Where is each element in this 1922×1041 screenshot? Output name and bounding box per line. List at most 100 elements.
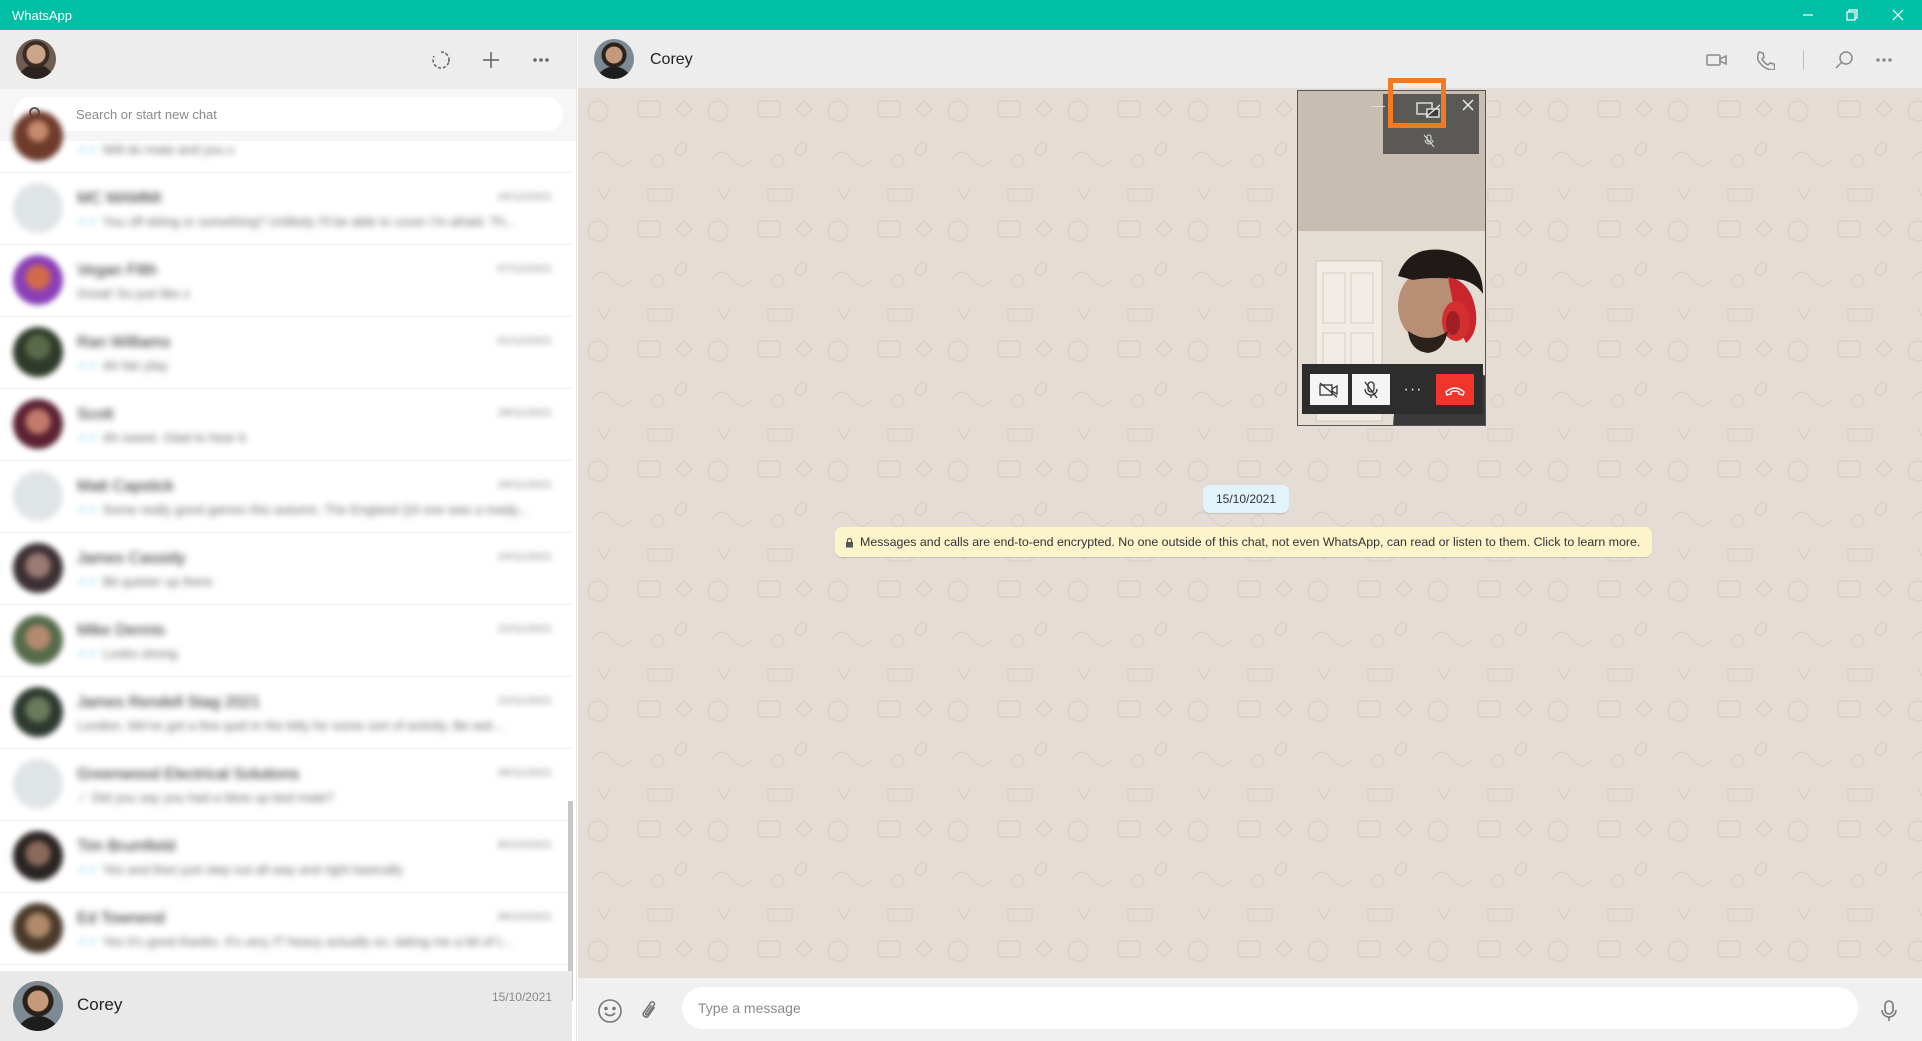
search-conversation-button[interactable] [1827,43,1861,77]
chat-name: Ed Townend [77,910,165,927]
attach-button[interactable] [635,996,665,1026]
contact-avatar [13,981,63,1031]
chat-list-item-active[interactable]: Corey 15/10/2021 [0,971,572,1041]
chat-list-item[interactable]: Scott ✓✓ Ah sweet. Glad to hear it. 28/11… [0,389,572,461]
new-chat-button[interactable] [475,44,507,76]
chat-list-item[interactable]: Greenwood Electrical Solutions ✓ Did you … [0,749,572,821]
encryption-notice[interactable]: Messages and calls are end-to-end encryp… [835,527,1653,557]
close-icon [1892,9,1904,21]
chat-list-item[interactable]: Ed Townend ✓✓ Yes it's good thanks. It's … [0,893,572,965]
chat-time: 28/11/2021 [497,407,552,419]
contact-avatar [13,183,63,233]
emoji-icon [598,999,622,1023]
chat-list-item[interactable]: Matt Capstick ✓✓ Some really good games t… [0,461,572,533]
chat-name: Greenwood Electrical Solutions [77,766,300,783]
emoji-button[interactable] [595,996,625,1026]
contact-avatar[interactable] [594,39,634,79]
sidebar-menu-button[interactable] [525,44,557,76]
chat-list-item[interactable]: James Cassidy ✓✓ Bit quieter up there 24/… [0,533,572,605]
chat-list-item[interactable]: Ran Williams ✓✓ Ah fair play 01/12/2021 [0,317,572,389]
chat-list: ✓✓ Will do mate and you x MC MAMMI ✓✓ You … [0,111,576,1001]
chat-list-item[interactable]: Vegan Filth Great! So just like x 07/12/… [0,245,572,317]
chat-time: 24/11/2021 [497,551,552,563]
lock-icon [846,537,853,547]
end-call-button[interactable] [1436,374,1474,405]
chat-list-item[interactable]: ✓✓ Will do mate and you x [0,101,572,173]
chat-list-item[interactable]: MC MAMMI ✓✓ You off skiing or something? … [0,173,572,245]
chat-preview: ✓✓ Bit quieter up there [77,574,213,589]
contact-avatar [13,111,63,161]
contact-avatar [13,399,63,449]
chat-preview: ✓✓ Yes and then just step out all way and… [77,862,403,877]
mic-muted-indicator [1422,133,1436,149]
contact-avatar [13,687,63,737]
switch-window-button[interactable] [1413,99,1445,121]
title-bar: WhatsApp [0,0,1922,30]
contact-avatar [13,831,63,881]
video-call-button[interactable] [1700,43,1734,77]
chat-preview: ✓✓ Will do mate and you x [77,142,235,157]
chat-name: Scott [77,406,114,423]
restore-window-button[interactable] [1830,0,1874,30]
status-button[interactable] [425,44,457,76]
chat-list-item[interactable]: James Rendell Stag 2021 London. We've go… [0,677,572,749]
conversation-panel: Corey 15/10/2021 Messages and calls are … [578,30,1922,1041]
minimize-call-button[interactable]: — [1369,96,1387,114]
chat-time: 06/11/2021 [497,767,552,779]
message-box[interactable] [682,987,1858,1029]
toggle-camera-button[interactable] [1310,374,1348,405]
mic-muted-icon [1423,134,1435,148]
new-chat-icon [483,52,499,68]
chat-time: 07/12/2021 [496,263,552,275]
contact-name[interactable]: Corey [650,51,693,69]
camera-off-icon [1319,381,1338,398]
app-title: WhatsApp [12,8,72,23]
close-call-window-button[interactable] [1459,96,1477,114]
chat-name: MC MAMMI [77,190,162,207]
contact-avatar [13,543,63,593]
chat-preview: Great! So just like x [77,286,190,301]
video-call-icon [1706,54,1727,66]
contact-avatar [13,903,63,953]
conversation-header: Corey [578,30,1922,89]
chat-time: 16/12/2021 [496,191,552,203]
encryption-notice-text: Messages and calls are end-to-end encryp… [860,535,1641,549]
my-profile-avatar[interactable] [16,39,56,79]
chat-preview: ✓✓ Looks strong [77,646,178,661]
chat-time: 28/10/2021 [496,911,552,923]
menu-icon [533,58,549,62]
chat-time: 30/10/2021 [496,839,552,851]
sidebar-header [0,30,576,89]
chat-time: 22/11/2021 [497,695,552,707]
minimize-window-button[interactable] [1786,0,1830,30]
voice-call-button[interactable] [1748,43,1782,77]
chat-name: Mike Dennis [77,622,166,639]
contact-avatar [13,255,63,305]
voice-call-icon [1756,51,1775,70]
chat-list-item[interactable]: Tim Brumfield ✓✓ Yes and then just step o… [0,821,572,893]
chat-name: Matt Capstick [77,478,174,495]
search-icon [1835,51,1853,69]
chat-list-item[interactable]: Mike Dennis ✓✓ Looks strong 22/11/2021 [0,605,572,677]
chat-time: 15/10/2021 [491,990,552,1004]
chat-name: Corey [77,995,123,1014]
date-separator: 15/10/2021 [1203,485,1289,513]
chat-time: 01/12/2021 [496,335,552,347]
call-controls: ··· [1302,364,1483,414]
chat-name: Tim Brumfield [77,838,176,855]
contact-avatar [13,471,63,521]
voice-message-button[interactable] [1874,996,1904,1026]
chat-name: James Cassidy [77,550,186,567]
end-call-icon [1445,386,1465,396]
mic-muted-icon [1364,380,1378,398]
video-call-window[interactable]: — ··· [1297,90,1486,426]
call-more-options-button[interactable]: ··· [1394,374,1432,405]
message-input[interactable] [698,987,1838,1029]
chat-sidebar: ✓✓Will do mate and you x MC MAMMI ✓✓You … [0,30,577,1041]
menu-icon [1876,58,1892,62]
toggle-mic-button[interactable] [1352,374,1390,405]
message-composer [578,978,1922,1041]
conversation-menu-button[interactable] [1867,43,1901,77]
contact-avatar [13,327,63,377]
close-window-button[interactable] [1876,0,1920,30]
